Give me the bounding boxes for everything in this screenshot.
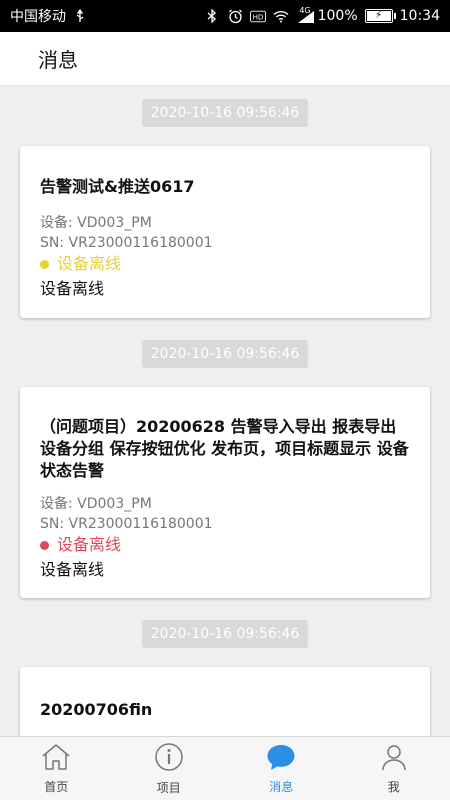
sn-label: SN: VR23000116180001 <box>40 516 213 532</box>
device-status: 设备离线 <box>40 534 410 556</box>
network-type: 4G <box>299 5 311 15</box>
timestamp-badge: 2020-10-16 09:56:46 <box>141 620 309 648</box>
tab-label: 首页 <box>44 779 69 794</box>
message-card[interactable]: 告警测试&推送0617 设备: VD003_PM SN: VR230001161… <box>20 146 430 318</box>
status-dot-icon <box>40 259 49 269</box>
device-status: 设备离线 <box>40 253 410 275</box>
alarm-icon <box>227 8 243 24</box>
chat-icon <box>266 743 296 775</box>
tab-label: 消息 <box>269 779 294 794</box>
timestamp-row: 2020-10-16 09:56:46 <box>0 620 450 648</box>
battery-percent: 100% <box>317 8 358 24</box>
status-dot-icon <box>40 540 49 550</box>
tab-label: 我 <box>387 779 400 794</box>
timestamp-row: 2020-10-16 09:56:46 <box>0 340 450 368</box>
tab-me[interactable]: 我 <box>338 737 450 800</box>
tab-messages[interactable]: 消息 <box>225 737 338 800</box>
tab-home[interactable]: 首页 <box>0 737 113 800</box>
timestamp-badge: 2020-10-16 09:56:46 <box>141 340 309 368</box>
message-title: （问题项目）20200628 告警导入导出 报表导出 设备分组 保存按钮优化 发… <box>40 417 409 480</box>
message-card[interactable]: （问题项目）20200628 告警导入导出 报表导出 设备分组 保存按钮优化 发… <box>20 387 430 598</box>
tab-project[interactable]: 项目 <box>113 737 226 800</box>
timestamp-row: 2020-10-16 09:56:46 <box>0 99 450 127</box>
usb-icon <box>72 8 88 24</box>
carrier-label: 中国移动 <box>10 9 66 25</box>
message-title: 20200706fin <box>40 700 153 719</box>
bottom-tab-bar: 首页 项目 消息 我 <box>0 736 450 800</box>
bluetooth-icon <box>204 8 220 24</box>
home-icon <box>41 743 71 775</box>
device-label: 设备: VD003_PM <box>40 215 152 231</box>
message-description: 设备离线 <box>40 560 105 579</box>
status-text: 设备离线 <box>57 254 122 273</box>
message-description: 设备离线 <box>40 279 105 298</box>
hd-icon: HD <box>250 8 267 24</box>
status-bar: 中国移动 HD 4G 100% ⚡ 10:34 <box>0 0 450 32</box>
device-label: 设备: VD003_PM <box>40 496 152 512</box>
message-title: 告警测试&推送0617 <box>40 177 195 196</box>
wifi-icon <box>273 8 289 24</box>
svg-text:HD: HD <box>253 12 264 21</box>
info-icon <box>154 742 184 776</box>
page-title: 消息 <box>38 48 78 72</box>
message-list[interactable]: 2020-10-16 09:56:46 告警测试&推送0617 设备: VD00… <box>0 86 450 736</box>
timestamp-badge: 2020-10-16 09:56:46 <box>141 99 309 127</box>
message-card[interactable]: 20200706fin <box>20 667 430 736</box>
page-header: 消息 <box>0 32 450 86</box>
battery-icon: ⚡ <box>364 9 396 23</box>
sn-label: SN: VR23000116180001 <box>40 235 213 251</box>
person-icon <box>380 743 408 775</box>
tab-label: 项目 <box>156 780 181 795</box>
clock: 10:34 <box>399 8 440 24</box>
status-text: 设备离线 <box>57 535 122 554</box>
